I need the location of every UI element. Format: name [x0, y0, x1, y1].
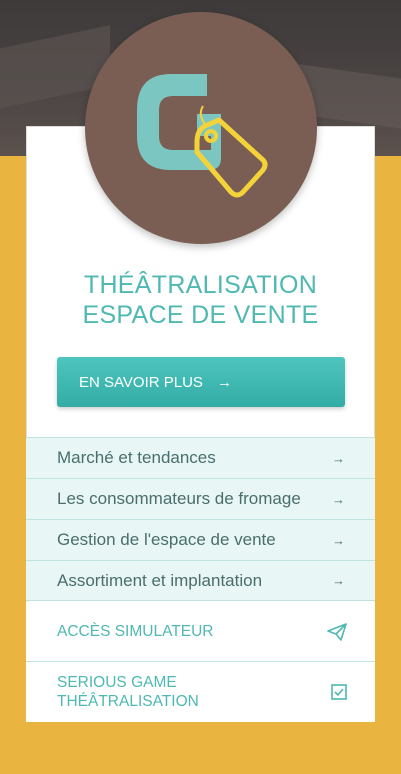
- menu-item-label: Marché et tendances: [57, 448, 216, 467]
- serious-game-line-1: SERIOUS GAME: [57, 674, 177, 691]
- menu-item-label: Gestion de l'espace de vente: [57, 530, 276, 549]
- learn-more-label: EN SAVOIR PLUS: [79, 373, 203, 391]
- menu-item-label: Assortiment et implantation: [57, 570, 263, 590]
- topics-menu: Marché et tendances → Les consommateurs …: [26, 437, 375, 601]
- simulator-access-link[interactable]: ACCÈS SIMULATEUR: [26, 602, 375, 662]
- page-title: THÉÂTRALISATION ESPACE DE VENTE: [26, 270, 375, 330]
- arrow-right-icon: →: [332, 532, 345, 548]
- learn-more-button[interactable]: EN SAVOIR PLUS →: [57, 357, 345, 407]
- serious-game-line-2: THÉÂTRALISATION: [57, 693, 199, 710]
- logo: [85, 12, 317, 244]
- title-line-2: ESPACE DE VENTE: [82, 301, 319, 329]
- simulator-label: ACCÈS SIMULATEUR: [57, 623, 214, 640]
- arrow-right-icon: →: [332, 573, 345, 588]
- paper-plane-icon: [327, 622, 347, 641]
- arrow-right-icon: →: [332, 450, 345, 466]
- menu-item-assortiment[interactable]: Assortiment et implantation →: [26, 560, 375, 601]
- serious-game-label: SERIOUS GAME THÉÂTRALISATION: [57, 673, 199, 711]
- menu-item-label: Les consommateurs de fromage: [57, 489, 301, 508]
- arrow-right-icon: →: [216, 373, 232, 391]
- logo-g-tag-icon: [137, 74, 268, 198]
- arrow-right-icon: →: [332, 491, 345, 507]
- menu-item-gestion[interactable]: Gestion de l'espace de vente →: [26, 519, 375, 560]
- serious-game-link[interactable]: SERIOUS GAME THÉÂTRALISATION: [26, 662, 375, 722]
- title-line-1: THÉÂTRALISATION: [83, 271, 318, 299]
- menu-item-marche[interactable]: Marché et tendances →: [26, 437, 375, 478]
- checkbox-icon: [331, 684, 347, 700]
- menu-item-consommateurs[interactable]: Les consommateurs de fromage →: [26, 478, 375, 519]
